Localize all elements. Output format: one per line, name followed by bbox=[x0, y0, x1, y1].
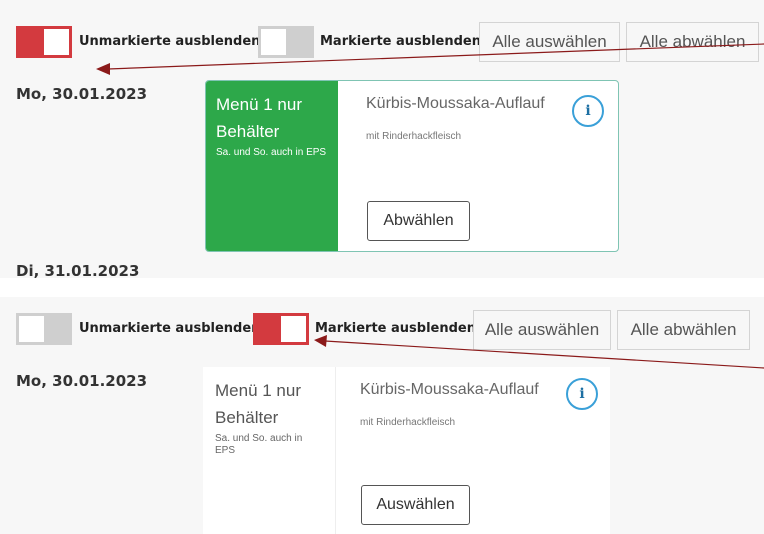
info-icon[interactable]: i bbox=[572, 95, 604, 127]
info-icon[interactable]: i bbox=[566, 378, 598, 410]
toggle-knob bbox=[281, 316, 306, 342]
dish-subtitle: mit Rinderhackfleisch bbox=[366, 131, 462, 142]
toggle-knob bbox=[19, 316, 44, 342]
toggle-unmarked-label: Unmarkierte ausblenden bbox=[79, 34, 261, 49]
toggle-unmarked-hide[interactable] bbox=[16, 313, 72, 345]
menu-card-left: Menü 1 nur Behälter Sa. und So. auch in … bbox=[206, 81, 338, 251]
menu-card: Menü 1 nur Behälter Sa. und So. auch in … bbox=[203, 367, 610, 534]
dish-name: Kürbis-Moussaka-Auflauf bbox=[360, 381, 539, 398]
dish-subtitle: mit Rinderhackfleisch bbox=[360, 417, 456, 428]
toggle-marked-label: Markierte ausblenden bbox=[315, 321, 476, 336]
dish-name: Kürbis-Moussaka-Auflauf bbox=[366, 95, 545, 112]
menu-title: Menü 1 nur Behälter bbox=[216, 95, 302, 141]
toggle-marked-label: Markierte ausblenden bbox=[320, 34, 481, 49]
separator bbox=[0, 278, 764, 297]
menu-card-right: Kürbis-Moussaka-Auflauf mit Rinderhackfl… bbox=[335, 367, 610, 534]
toggle-marked-hide[interactable] bbox=[258, 26, 314, 58]
select-all-button[interactable]: Alle auswählen bbox=[479, 22, 620, 62]
menu-note: Sa. und So. auch in EPS bbox=[216, 147, 327, 158]
toggle-knob bbox=[261, 29, 286, 55]
day-date: Mo, 30.01.2023 bbox=[16, 372, 148, 390]
menu-card: Menü 1 nur Behälter Sa. und So. auch in … bbox=[205, 80, 619, 252]
toggle-marked-hide[interactable] bbox=[253, 313, 309, 345]
deselect-menu-button[interactable]: Abwählen bbox=[367, 201, 470, 241]
menu-card-right: Kürbis-Moussaka-Auflauf mit Rinderhackfl… bbox=[338, 81, 618, 251]
top-panel: Unmarkierte ausblenden Markierte ausblen… bbox=[0, 0, 764, 278]
day-date: Di, 31.01.2023 bbox=[16, 262, 140, 278]
menu-card-left: Menü 1 nur Behälter Sa. und So. auch in … bbox=[203, 367, 335, 534]
toggle-knob bbox=[44, 29, 69, 55]
toggle-unmarked-hide[interactable] bbox=[16, 26, 72, 58]
bottom-panel: Unmarkierte ausblenden Markierte ausblen… bbox=[0, 297, 764, 534]
select-all-button[interactable]: Alle auswählen bbox=[473, 310, 611, 350]
deselect-all-button[interactable]: Alle abwählen bbox=[626, 22, 759, 62]
menu-note: Sa. und So. auch in EPS bbox=[215, 433, 303, 456]
select-menu-button[interactable]: Auswählen bbox=[361, 485, 470, 525]
day-date: Mo, 30.01.2023 bbox=[16, 85, 148, 103]
toggle-unmarked-label: Unmarkierte ausblenden bbox=[79, 321, 261, 336]
menu-title: Menü 1 nur Behälter bbox=[215, 381, 301, 427]
deselect-all-button[interactable]: Alle abwählen bbox=[617, 310, 750, 350]
